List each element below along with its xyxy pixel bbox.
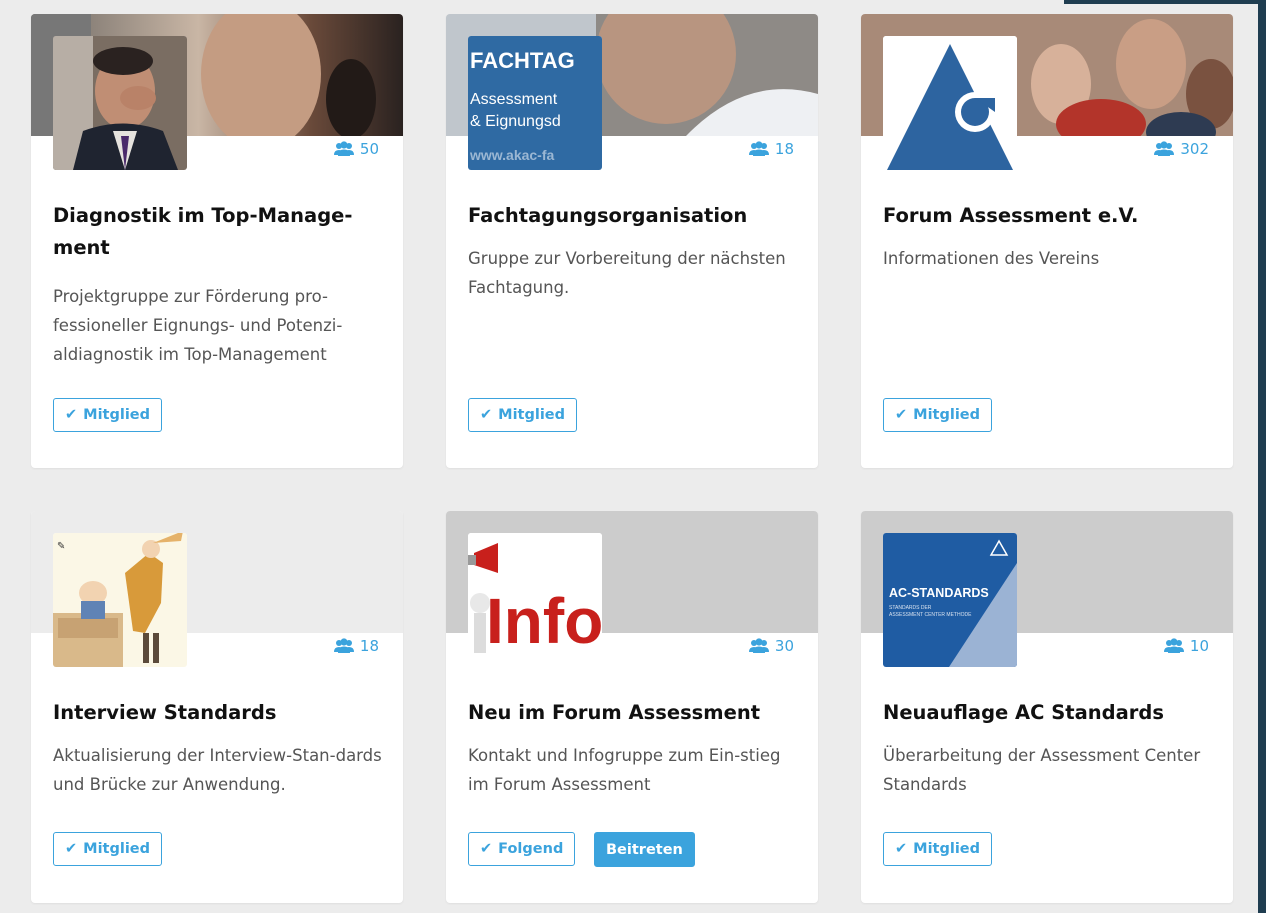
member-count-value: 18 — [359, 637, 379, 655]
check-icon: ✔ — [895, 841, 908, 857]
thumb-text: Info — [486, 585, 602, 657]
follow-button[interactable]: ✔ Folgend — [468, 832, 576, 866]
group-description: Gruppe zur Vorbereitung der nächsten Fac… — [468, 249, 786, 297]
person-photo-icon — [53, 36, 187, 170]
group-description: Kontakt und Infogruppe zum Ein-stieg im … — [468, 746, 781, 794]
group-card-ac-standards[interactable]: AC-STANDARDS STANDARDS DER ASSESSMENT CE… — [861, 511, 1233, 903]
member-count-value: 302 — [1180, 140, 1209, 158]
group-description: Überarbeitung der Assessment Center Stan… — [883, 746, 1201, 794]
membership-label: Mitglied — [83, 841, 151, 857]
check-icon: ✔ — [480, 407, 493, 423]
info-megaphone-icon: Info — [468, 533, 602, 667]
group-card-diagnostik[interactable]: 50 Diagnostik im Top-Manage-ment Projekt… — [31, 14, 403, 468]
group-description: Aktualisierung der Interview-Stan-dards … — [53, 746, 382, 794]
membership-label: Mitglied — [83, 407, 151, 423]
users-icon — [333, 638, 354, 653]
group-description: Projektgruppe zur Förderung pro-fessione… — [53, 287, 343, 364]
membership-button[interactable]: ✔ Mitglied — [883, 832, 993, 866]
membership-button[interactable]: ✔ Mitglied — [883, 398, 993, 432]
thumb-text: ASSESSMENT CENTER METHODE — [889, 612, 972, 618]
member-count-value: 10 — [1189, 637, 1209, 655]
member-count: 30 — [748, 637, 794, 655]
thumb-text: STANDARDS DER — [889, 605, 932, 611]
group-card-neu-im-forum[interactable]: Info 30 Neu im Forum Assessment Kontakt … — [446, 511, 818, 903]
group-title[interactable]: Forum Assessment e.V. — [883, 200, 1213, 232]
users-icon — [1154, 141, 1175, 156]
member-count-value: 50 — [359, 140, 379, 158]
cartoon-illustration-icon: ✎ — [53, 533, 187, 667]
group-title[interactable]: Diagnostik im Top-Manage-ment — [53, 200, 383, 264]
check-icon: ✔ — [480, 841, 493, 857]
thumb-text: & Eignungsd — [470, 113, 561, 130]
svg-text:✎: ✎ — [57, 541, 65, 552]
users-icon — [333, 141, 354, 156]
check-icon: ✔ — [65, 841, 78, 857]
member-count-value: 30 — [774, 637, 794, 655]
group-thumbnail[interactable]: AC-STANDARDS STANDARDS DER ASSESSMENT CE… — [883, 533, 1017, 667]
membership-button[interactable]: ✔ Mitglied — [468, 398, 578, 432]
ac-standards-cover-icon: AC-STANDARDS STANDARDS DER ASSESSMENT CE… — [883, 533, 1017, 667]
group-card-fachtagung[interactable]: FACHTAG Assessment & Eignungsd www.akac-… — [446, 14, 818, 468]
fachtag-logo-icon: FACHTAG Assessment & Eignungsd www.akac-… — [468, 36, 602, 170]
membership-button[interactable]: ✔ Mitglied — [53, 398, 163, 432]
group-card-forum-assessment[interactable]: 302 Forum Assessment e.V. Informationen … — [861, 14, 1233, 468]
thumb-text: www.akac-fa — [469, 147, 555, 163]
membership-button[interactable]: ✔ Mitglied — [53, 832, 163, 866]
membership-label: Mitglied — [498, 407, 566, 423]
group-card-interview-standards[interactable]: ✎ 18 Interview Standards Aktualisierung … — [31, 511, 403, 903]
group-title[interactable]: Interview Standards — [53, 697, 383, 729]
users-icon — [1163, 638, 1184, 653]
thumb-text: AC-STANDARDS — [889, 586, 989, 600]
member-count: 50 — [333, 140, 379, 158]
follow-label: Folgend — [498, 841, 564, 857]
group-title[interactable]: Neu im Forum Assessment — [468, 697, 798, 729]
member-count: 10 — [1163, 637, 1209, 655]
group-thumbnail[interactable]: Info — [468, 533, 602, 667]
member-count: 18 — [748, 140, 794, 158]
member-count: 18 — [333, 637, 379, 655]
group-title[interactable]: Neuauflage AC Standards — [883, 697, 1213, 729]
sidebar-edge — [1258, 0, 1266, 913]
membership-label: Mitglied — [913, 841, 981, 857]
group-thumbnail[interactable]: ✎ — [53, 533, 187, 667]
group-thumbnail[interactable] — [53, 36, 187, 170]
member-count-value: 18 — [774, 140, 794, 158]
group-thumbnail[interactable]: FACHTAG Assessment & Eignungsd www.akac-… — [468, 36, 602, 170]
check-icon: ✔ — [65, 407, 78, 423]
group-description: Informationen des Vereins — [883, 249, 1100, 268]
thumb-text: Assessment — [470, 91, 558, 108]
group-title[interactable]: Fachtagungsorganisation — [468, 200, 798, 232]
forum-assessment-logo-icon — [883, 36, 1017, 170]
users-icon — [748, 638, 769, 653]
thumb-text: FACHTAG — [470, 48, 575, 73]
group-thumbnail[interactable] — [883, 36, 1017, 170]
join-button[interactable]: Beitreten — [594, 832, 695, 867]
membership-label: Mitglied — [913, 407, 981, 423]
top-corner-tab — [1064, 0, 1266, 4]
member-count: 302 — [1154, 140, 1209, 158]
join-label: Beitreten — [606, 841, 683, 858]
users-icon — [748, 141, 769, 156]
check-icon: ✔ — [895, 407, 908, 423]
